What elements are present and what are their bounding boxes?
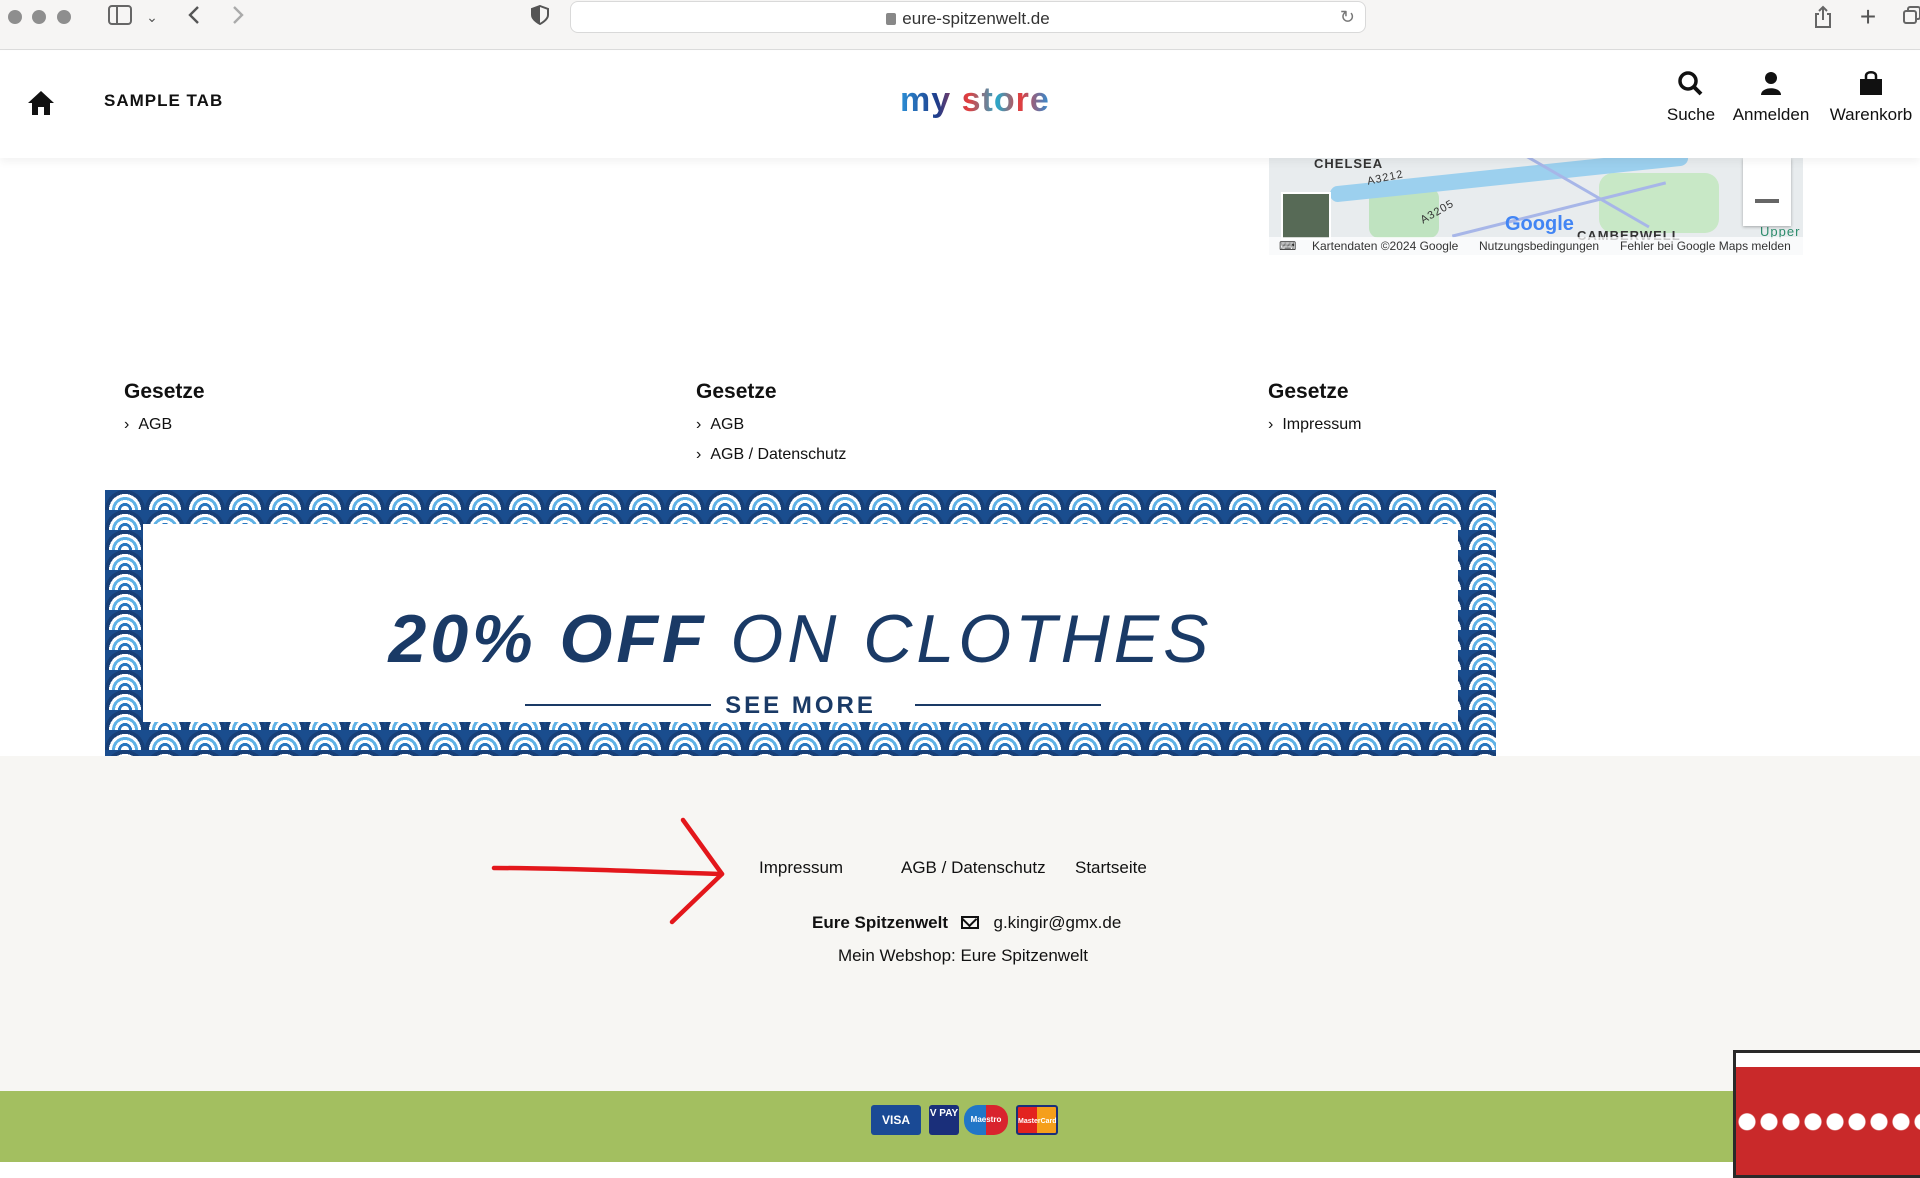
footer-link-startseite[interactable]: Startseite bbox=[1075, 858, 1147, 878]
red-arrow-annotation bbox=[491, 817, 725, 925]
thumbnail-fringe bbox=[1736, 1111, 1920, 1147]
forward-button[interactable] bbox=[228, 5, 248, 29]
url-text: eure-spitzenwelt.de bbox=[902, 9, 1050, 28]
see-more-button[interactable]: SEE MORE bbox=[143, 692, 1458, 720]
new-tab-icon[interactable]: + bbox=[1857, 3, 1879, 31]
payment-bar: VISA V PAY Maestro MasterCard bbox=[0, 1091, 1920, 1162]
search-icon bbox=[1662, 69, 1720, 99]
vpay-logo: V PAY bbox=[929, 1105, 959, 1135]
footer-link-agb-datenschutz[interactable]: AGB / Datenschutz bbox=[901, 858, 1046, 878]
login-button[interactable]: Anmelden bbox=[1728, 69, 1814, 125]
banner-panel: 20% OFF ON CLOTHES SEE MORE bbox=[143, 524, 1458, 722]
search-button[interactable]: Suche bbox=[1662, 69, 1720, 125]
map-attribution: ⌨ Kartendaten ©2024 Google Nutzungsbedin… bbox=[1269, 237, 1803, 255]
column-title: Gesetze bbox=[124, 380, 205, 403]
link-agb[interactable]: AGB bbox=[696, 416, 846, 434]
close-window-button[interactable] bbox=[8, 10, 22, 24]
column-title: Gesetze bbox=[1268, 380, 1349, 403]
maximize-window-button[interactable] bbox=[57, 10, 71, 24]
envelope-icon bbox=[960, 916, 979, 929]
google-map[interactable]: CHELSEA A3212 A3205 CAMBERWELL Upper Goo… bbox=[1269, 158, 1803, 255]
search-label: Suche bbox=[1666, 105, 1716, 124]
map-data-credit: Kartendaten ©2024 Google bbox=[1312, 239, 1459, 253]
cart-label: Warenkorb bbox=[1829, 105, 1913, 124]
map-label-chelsea: CHELSEA bbox=[1314, 158, 1384, 171]
banner-divider bbox=[915, 704, 1101, 706]
satellite-toggle[interactable] bbox=[1281, 192, 1331, 240]
shield-icon[interactable] bbox=[530, 4, 550, 29]
contact-line: Eure Spitzenwelt g.kingir@gmx.de bbox=[812, 913, 1121, 933]
home-icon[interactable] bbox=[26, 89, 56, 117]
reload-icon[interactable]: ↻ bbox=[1340, 7, 1355, 28]
store-header: SAMPLE TAB my store Suche Anmelden Waren… bbox=[0, 51, 1920, 158]
banner-title-rest: ON CLOTHES bbox=[707, 601, 1213, 677]
screenshot-thumbnail[interactable] bbox=[1733, 1050, 1920, 1178]
browser-toolbar: ⌄ eure-spitzenwelt.de ↻ + bbox=[0, 0, 1920, 50]
map-report-link[interactable]: Fehler bei Google Maps melden bbox=[1620, 239, 1791, 253]
footer-column: Gesetze AGB bbox=[124, 380, 205, 446]
shop-name: Eure Spitzenwelt bbox=[812, 913, 949, 932]
address-bar[interactable]: eure-spitzenwelt.de ↻ bbox=[570, 1, 1366, 33]
shopping-bag-icon bbox=[1826, 69, 1916, 99]
map-terms-link[interactable]: Nutzungsbedingungen bbox=[1479, 239, 1599, 253]
chevron-down-icon[interactable]: ⌄ bbox=[144, 5, 160, 29]
visa-logo: VISA bbox=[871, 1105, 921, 1135]
footer-column: Gesetze AGB AGB / Datenschutz bbox=[696, 380, 846, 476]
link-agb[interactable]: AGB bbox=[124, 416, 205, 434]
login-label: Anmelden bbox=[1732, 105, 1810, 124]
shop-tagline: Mein Webshop: Eure Spitzenwelt bbox=[837, 946, 1089, 965]
lock-icon bbox=[886, 13, 897, 25]
nav-sample-tab[interactable]: SAMPLE TAB bbox=[104, 91, 223, 111]
store-logo[interactable]: my store bbox=[900, 81, 1050, 120]
sidebar-toggle-icon[interactable] bbox=[106, 5, 134, 29]
back-button[interactable] bbox=[184, 5, 204, 29]
banner-title: 20% OFF ON CLOTHES bbox=[143, 600, 1458, 678]
banner-title-bold: 20% OFF bbox=[388, 601, 708, 677]
thumbnail-toolbar bbox=[1736, 1053, 1920, 1067]
promo-banner[interactable]: 20% OFF ON CLOTHES SEE MORE bbox=[105, 490, 1496, 756]
footer-link-impressum[interactable]: Impressum bbox=[759, 858, 843, 878]
link-impressum[interactable]: Impressum bbox=[1268, 416, 1361, 434]
mastercard-logo: MasterCard bbox=[1016, 1105, 1058, 1135]
share-icon[interactable] bbox=[1812, 5, 1834, 29]
tab-overview-icon[interactable] bbox=[1902, 5, 1920, 29]
footer-column: Gesetze Impressum bbox=[1268, 380, 1361, 446]
google-logo: Google bbox=[1505, 213, 1574, 235]
cart-button[interactable]: Warenkorb bbox=[1826, 69, 1916, 125]
logo-text: my store bbox=[900, 81, 1050, 119]
zoom-out-icon[interactable] bbox=[1755, 199, 1779, 203]
zoom-control[interactable] bbox=[1743, 158, 1791, 226]
email-link[interactable]: g.kingir@gmx.de bbox=[994, 913, 1122, 932]
keyboard-icon[interactable]: ⌨ bbox=[1279, 239, 1296, 253]
column-title: Gesetze bbox=[696, 380, 777, 403]
minimize-window-button[interactable] bbox=[32, 10, 46, 24]
link-agb-datenschutz[interactable]: AGB / Datenschutz bbox=[696, 446, 846, 464]
maestro-logo: Maestro bbox=[964, 1105, 1008, 1135]
user-icon bbox=[1728, 69, 1814, 99]
